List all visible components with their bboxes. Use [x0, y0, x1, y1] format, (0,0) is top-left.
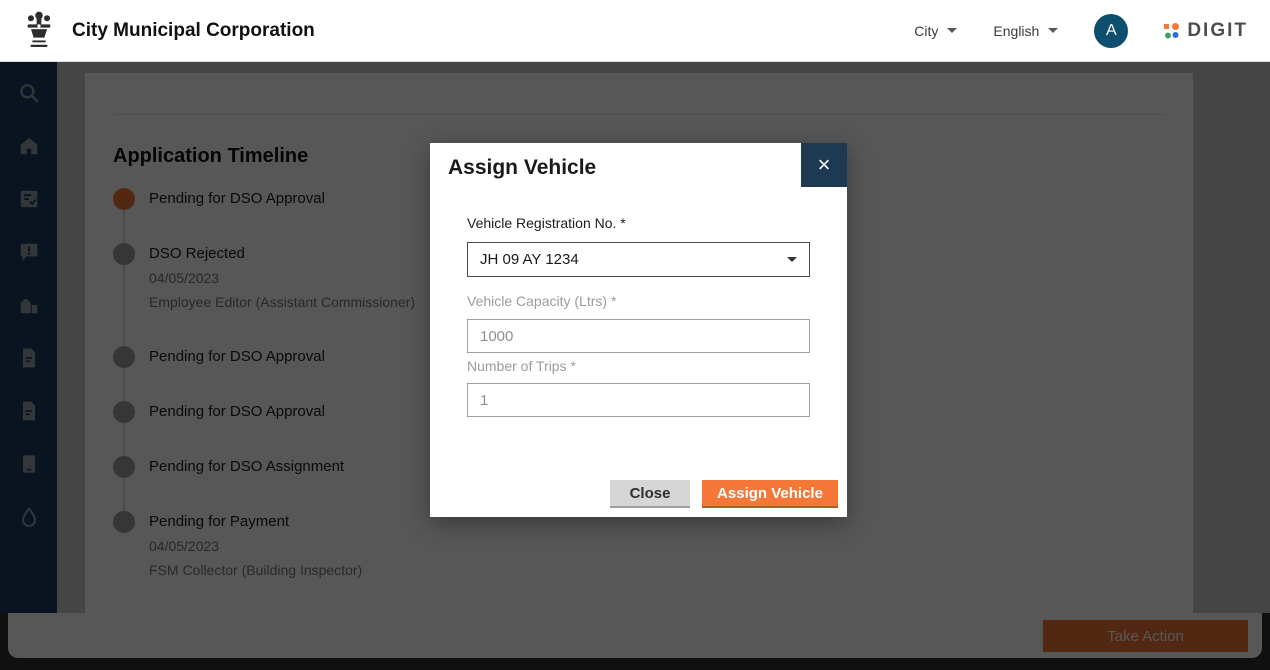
language-selector-label: English [993, 23, 1039, 39]
modal-title: Assign Vehicle [448, 156, 596, 180]
assign-vehicle-modal: Assign Vehicle × Vehicle Registration No… [430, 143, 847, 517]
national-emblem-icon [22, 8, 56, 54]
chevron-down-icon [1048, 28, 1058, 33]
assign-vehicle-button[interactable]: Assign Vehicle [702, 480, 838, 508]
digit-logo: DIGIT [1164, 20, 1248, 42]
chevron-down-icon [787, 257, 797, 262]
vehicle-registration-select[interactable]: JH 09 AY 1234 [467, 242, 810, 277]
header-actions: City English A DIGIT [914, 14, 1248, 48]
top-header: City Municipal Corporation City English … [0, 0, 1270, 62]
number-of-trips-field[interactable] [467, 383, 810, 417]
vehicle-registration-value: JH 09 AY 1234 [480, 251, 579, 268]
language-selector[interactable]: English [993, 23, 1058, 39]
vehicle-capacity-field[interactable] [467, 319, 810, 353]
app-title: City Municipal Corporation [72, 20, 315, 42]
vehicle-capacity-label: Vehicle Capacity (Ltrs) * [467, 293, 616, 309]
digit-brand-text: DIGIT [1187, 20, 1248, 42]
chevron-down-icon [947, 28, 957, 33]
app-window: City Municipal Corporation City English … [0, 0, 1270, 670]
digit-dots-icon [1164, 23, 1180, 39]
avatar-letter: A [1106, 22, 1117, 40]
user-avatar[interactable]: A [1094, 14, 1128, 48]
city-selector[interactable]: City [914, 23, 957, 39]
close-icon[interactable]: × [801, 143, 847, 187]
close-button[interactable]: Close [610, 480, 690, 508]
vehicle-registration-label: Vehicle Registration No. * [467, 215, 626, 231]
city-selector-label: City [914, 23, 938, 39]
number-of-trips-label: Number of Trips * [467, 358, 576, 374]
